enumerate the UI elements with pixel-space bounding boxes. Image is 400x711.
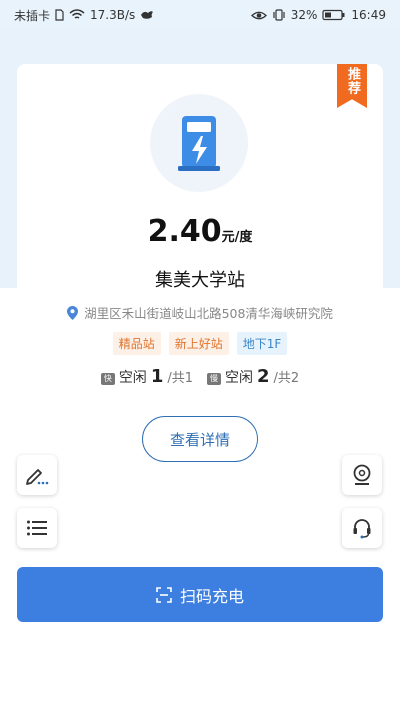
clock: 16:49 <box>351 8 386 22</box>
fast-free-label: 空闲 <box>118 370 147 386</box>
tag-floor: 地下1F <box>236 332 288 355</box>
price-unit: 元/度 <box>221 230 253 245</box>
station-logo <box>150 94 248 192</box>
tag-premium: 精品站 <box>112 332 161 355</box>
list-button[interactable] <box>17 508 57 548</box>
scan-to-charge-label: 扫码充电 <box>179 586 244 606</box>
slow-charger-icon: 慢 <box>207 372 221 385</box>
price: 2.40元/度 <box>0 214 400 249</box>
price-value: 2.40 <box>147 214 222 249</box>
sim-icon <box>55 9 64 21</box>
battery-percent: 32% <box>290 8 318 22</box>
list-icon <box>27 520 47 536</box>
tag-new: 新上好站 <box>168 332 229 355</box>
station-name: 集美大学站 <box>155 270 245 291</box>
address-text: 湖里区禾山街道岐山北路508清华海峡研究院 <box>84 306 333 321</box>
slow-free-count: 2 <box>257 366 270 387</box>
network-speed: 17.3B/s <box>90 8 136 22</box>
address-row[interactable]: 湖里区禾山街道岐山北路508清华海峡研究院 <box>0 303 400 322</box>
status-bar: 未插卡 17.3B/s 32% 16:49 <box>0 0 400 30</box>
station-tags: 精品站 新上好站 地下1F <box>0 332 400 355</box>
slow-total: /共2 <box>273 371 300 386</box>
bird-icon <box>140 9 154 21</box>
fast-total: /共1 <box>167 371 193 386</box>
wifi-icon <box>69 9 85 21</box>
locate-icon <box>353 464 371 485</box>
scan-to-charge-button[interactable]: 扫码充电 <box>17 567 383 622</box>
location-pin-icon <box>67 305 79 320</box>
customer-service-button[interactable] <box>342 508 382 548</box>
view-details-button[interactable]: 查看详情 <box>142 416 258 462</box>
slow-charger-availability: 慢 空闲 2 /共2 <box>207 366 299 387</box>
availability: 快 空闲 1 /共1 慢 空闲 2 /共2 <box>0 366 400 387</box>
carrier-text: 未插卡 <box>14 8 51 23</box>
headset-icon <box>353 519 371 539</box>
fast-charger-icon: 快 <box>100 372 115 385</box>
fast-free-count: 1 <box>150 366 164 387</box>
edit-button[interactable] <box>17 455 57 495</box>
slow-free-label: 空闲 <box>225 370 253 386</box>
eye-icon <box>250 10 267 21</box>
vibrate-icon <box>272 9 286 21</box>
locate-button[interactable] <box>342 455 382 495</box>
charger-icon <box>178 116 220 171</box>
edit-icon <box>26 469 49 485</box>
battery-icon <box>322 9 346 21</box>
recommend-badge-text: 推荐 <box>345 67 360 95</box>
fast-charger-availability: 快 空闲 1 /共1 <box>100 366 193 387</box>
scan-icon <box>156 586 172 603</box>
